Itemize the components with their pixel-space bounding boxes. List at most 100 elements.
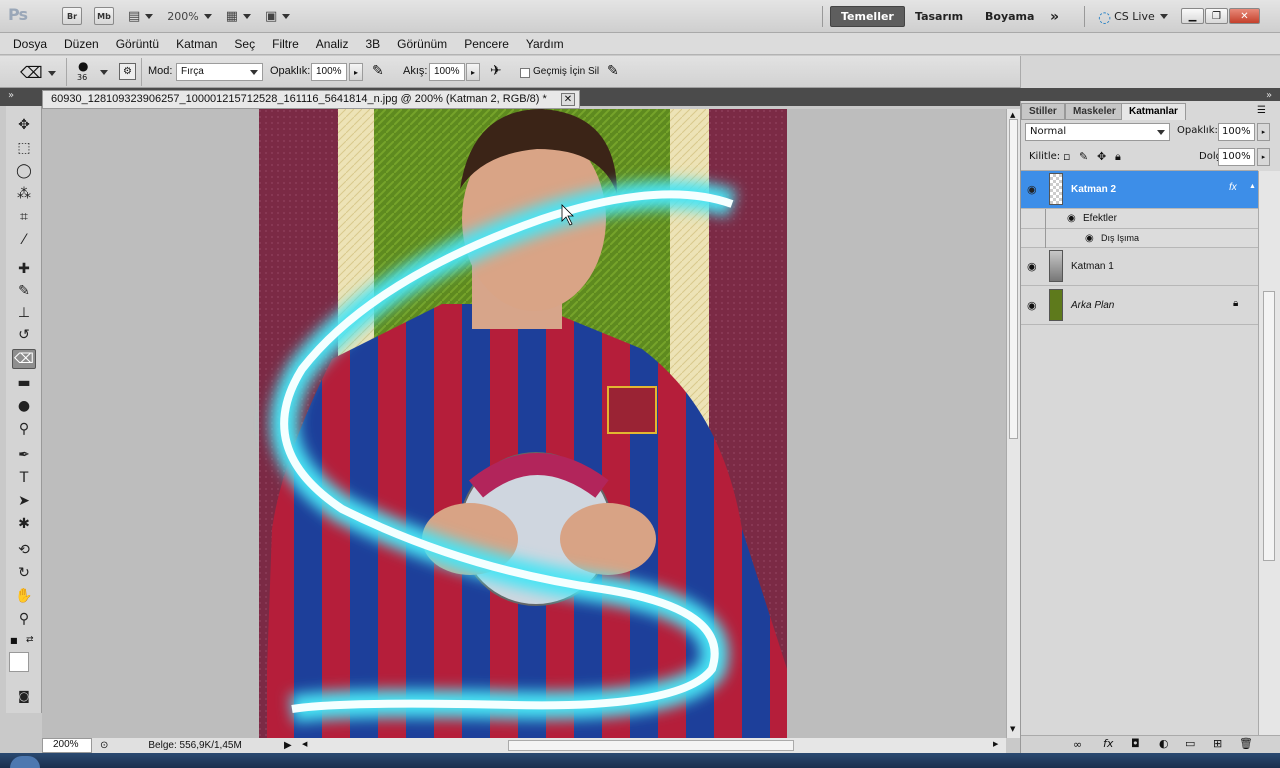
new-group-icon[interactable]: ▭ — [1185, 737, 1195, 750]
more-workspaces-button[interactable]: » — [1040, 6, 1069, 27]
layers-scroll-thumb[interactable] — [1263, 291, 1275, 561]
collapse-dock-icon[interactable]: » — [1266, 90, 1272, 101]
mode-select[interactable]: Fırça — [176, 63, 263, 81]
eraser-tool-icon[interactable]: ⌫ — [12, 349, 36, 369]
visibility-eye-icon[interactable]: ◉ — [1027, 260, 1037, 273]
quick-mask-icon[interactable]: ◙ — [12, 686, 36, 706]
brush-panel-toggle-icon[interactable]: ⚙ — [119, 63, 136, 80]
zoom-tool-icon[interactable]: ⚲ — [12, 609, 36, 629]
blur-tool-icon[interactable]: ● — [12, 396, 36, 416]
workspace-tasarim[interactable]: Tasarım — [905, 6, 973, 27]
history-erase-checkbox[interactable] — [520, 68, 530, 78]
expand-effects-icon[interactable]: ▲ — [1249, 183, 1256, 190]
marquee-tool-icon[interactable]: ⬚ — [12, 138, 36, 158]
eraser-tool-preset-icon[interactable]: ⌫ — [20, 63, 43, 82]
vertical-scroll-thumb[interactable] — [1009, 119, 1018, 439]
menu-3b[interactable]: 3B — [365, 37, 380, 51]
outer-glow-eye-icon[interactable]: ◉ — [1085, 233, 1094, 244]
type-tool-icon[interactable]: T — [12, 468, 36, 488]
gradient-tool-icon[interactable]: ▬ — [12, 373, 36, 393]
layer-opacity-slider-button[interactable]: ▸ — [1257, 123, 1270, 141]
minimize-button[interactable]: ▁ — [1181, 8, 1204, 24]
layer-effects-row[interactable]: ◉ Efektler — [1021, 209, 1258, 229]
chevron-down-icon[interactable] — [48, 71, 56, 76]
brush-tool-icon[interactable]: ✎ — [12, 281, 36, 301]
path-selection-tool-icon[interactable]: ➤ — [12, 491, 36, 511]
quick-selection-tool-icon[interactable]: ⁂ — [12, 184, 36, 204]
menu-analiz[interactable]: Analiz — [316, 37, 349, 51]
clone-stamp-tool-icon[interactable]: ⊥ — [12, 303, 36, 323]
menu-duzen[interactable]: Düzen — [64, 37, 99, 51]
menu-goruntu[interactable]: Görüntü — [116, 37, 159, 51]
lock-position-icon[interactable]: ✥ — [1097, 150, 1106, 163]
maximize-button[interactable]: ❐ — [1205, 8, 1228, 24]
history-brush-tool-icon[interactable]: ↺ — [12, 325, 36, 345]
dodge-tool-icon[interactable]: ⚲ — [12, 419, 36, 439]
cs-live-button[interactable]: ◌ CS Live — [1088, 6, 1178, 27]
menu-yardim[interactable]: Yardım — [526, 37, 564, 51]
workspace-boyama[interactable]: Boyama — [975, 6, 1044, 27]
scroll-right-icon[interactable]: ▶ — [993, 740, 998, 748]
menu-sec[interactable]: Seç — [234, 37, 255, 51]
blend-mode-select[interactable]: Normal — [1025, 123, 1170, 141]
menu-filtre[interactable]: Filtre — [272, 37, 299, 51]
add-mask-icon[interactable]: ◘ — [1131, 737, 1140, 750]
lasso-tool-icon[interactable]: ◯ — [12, 161, 36, 181]
menu-gorunum[interactable]: Görünüm — [397, 37, 447, 51]
menu-pencere[interactable]: Pencere — [464, 37, 509, 51]
layer-row-katman-1[interactable]: ◉ Katman 1 — [1021, 248, 1258, 286]
layer-effects-icon[interactable]: fx — [1229, 182, 1237, 193]
crop-tool-icon[interactable]: ⌗ — [12, 207, 36, 227]
layer-row-arka-plan[interactable]: ◉ Arka Plan 🔒︎ — [1021, 286, 1258, 325]
status-menu-arrow-icon[interactable]: ▶ — [284, 740, 292, 751]
brush-tip-icon[interactable]: ● — [78, 59, 88, 73]
document-close-button[interactable]: ✕ — [561, 93, 575, 106]
scroll-up-icon[interactable]: ▲ — [1010, 111, 1015, 119]
close-button[interactable]: ✕ — [1229, 8, 1260, 24]
delete-layer-icon[interactable]: 🗑︎ — [1239, 737, 1253, 750]
tab-katmanlar[interactable]: Katmanlar — [1121, 103, 1186, 120]
fill-slider-button[interactable]: ▸ — [1257, 148, 1270, 166]
document-tab[interactable]: 60930_128109323906257_100001215712528_16… — [42, 90, 580, 109]
airbrush-icon[interactable]: ✈ — [490, 63, 502, 79]
layers-scrollbar[interactable] — [1258, 171, 1280, 736]
horizontal-scroll-thumb[interactable] — [508, 740, 794, 751]
zoom-dropdown[interactable]: 200% — [167, 10, 212, 23]
arrange-documents-dropdown[interactable]: ▦ — [226, 9, 252, 24]
layer-row-katman-2[interactable]: ◉ Katman 2 fx ▲ — [1021, 171, 1258, 209]
minibridge-button[interactable]: Mb — [94, 7, 114, 25]
chevron-down-icon[interactable] — [100, 70, 108, 75]
foreground-color-swatch[interactable] — [9, 652, 29, 672]
layer-opacity-input[interactable]: 100% — [1218, 123, 1255, 141]
canvas-area[interactable] — [42, 109, 1006, 738]
pressure-size-icon[interactable]: ✎ — [607, 63, 619, 79]
workspace-temeller[interactable]: Temeller — [830, 6, 905, 27]
effects-eye-icon[interactable]: ◉ — [1067, 213, 1076, 224]
tab-stiller[interactable]: Stiller — [1021, 103, 1065, 120]
lock-pixels-icon[interactable]: ✎ — [1079, 150, 1088, 163]
tab-maskeler[interactable]: Maskeler — [1065, 103, 1124, 120]
screen-mode-dropdown[interactable]: ▣ — [265, 9, 291, 24]
visibility-eye-icon[interactable]: ◉ — [1027, 299, 1037, 312]
link-layers-icon[interactable]: ∞ — [1073, 738, 1082, 751]
document-canvas[interactable] — [42, 109, 1006, 738]
scroll-left-icon[interactable]: ◀ — [302, 740, 307, 748]
visibility-eye-icon[interactable]: ◉ — [1027, 183, 1037, 196]
pen-tool-icon[interactable]: ✒ — [12, 445, 36, 465]
new-layer-icon[interactable]: ⊞ — [1213, 737, 1222, 750]
flow-slider-button[interactable]: ▸ — [466, 63, 480, 81]
swap-colors-icon[interactable]: ⇄ — [26, 635, 34, 645]
vertical-scrollbar[interactable]: ▲ ▼ — [1006, 109, 1020, 738]
collapse-panels-icon[interactable]: » — [8, 90, 14, 101]
opacity-input[interactable]: 100% — [311, 63, 347, 81]
healing-brush-tool-icon[interactable]: ✚ — [12, 259, 36, 279]
add-style-icon[interactable]: fx — [1103, 737, 1113, 750]
eyedropper-tool-icon[interactable]: ⁄ — [12, 230, 36, 250]
fill-input[interactable]: 100% — [1218, 148, 1255, 166]
3d-orbit-tool-icon[interactable]: ↻ — [12, 563, 36, 583]
opacity-slider-button[interactable]: ▸ — [349, 63, 363, 81]
adjustment-layer-icon[interactable]: ◐ — [1159, 737, 1169, 750]
bridge-button[interactable]: Br — [62, 7, 82, 25]
3d-rotate-tool-icon[interactable]: ⟲ — [12, 540, 36, 560]
pressure-opacity-icon[interactable]: ✎ — [372, 63, 384, 79]
